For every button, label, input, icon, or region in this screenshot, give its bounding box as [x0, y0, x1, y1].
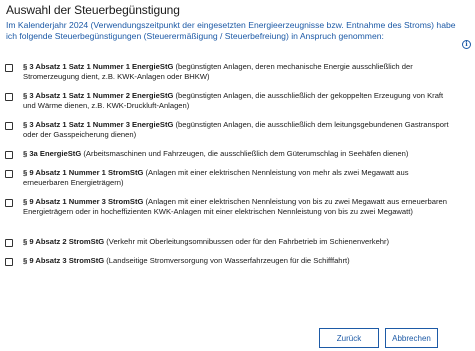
- checkbox[interactable]: [5, 64, 13, 72]
- option-legal-ref: § 9 Absatz 1 Nummer 1 StromStG: [23, 168, 144, 177]
- cancel-button[interactable]: Abbrechen: [385, 328, 438, 348]
- option-label: § 9 Absatz 3 StromStG (Landseitige Strom…: [23, 256, 453, 266]
- option-stromstg-9-3[interactable]: § 9 Absatz 3 StromStG (Landseitige Strom…: [5, 256, 467, 266]
- option-legal-ref: § 9 Absatz 1 Nummer 3 StromStG: [23, 197, 144, 206]
- dialog-title: Auswahl der Steuerbegünstigung: [6, 3, 180, 17]
- option-label: § 3a EnergieStG (Arbeitsmaschinen und Fa…: [23, 149, 453, 159]
- back-button[interactable]: Zurück: [319, 328, 379, 348]
- checkbox[interactable]: [5, 199, 13, 207]
- option-label: § 3 Absatz 1 Satz 1 Nummer 3 EnergieStG …: [23, 120, 453, 140]
- option-description: (Landseitige Stromversorgung von Wasserf…: [104, 256, 350, 265]
- intro-text: Im Kalenderjahr 2024 (Verwendungszeitpun…: [6, 20, 456, 41]
- option-description: (Arbeitsmaschinen und Fahrzeugen, die au…: [81, 149, 409, 158]
- option-legal-ref: § 9 Absatz 2 StromStG: [23, 237, 105, 246]
- option-legal-ref: § 3 Absatz 1 Satz 1 Nummer 3 EnergieStG: [23, 120, 174, 129]
- option-energiestg-3-1-1-2[interactable]: § 3 Absatz 1 Satz 1 Nummer 2 EnergieStG …: [5, 91, 467, 111]
- checkbox[interactable]: [5, 258, 13, 266]
- checkbox[interactable]: [5, 170, 13, 178]
- option-label: § 9 Absatz 1 Nummer 3 StromStG (Anlagen …: [23, 197, 453, 217]
- option-label: § 9 Absatz 1 Nummer 1 StromStG (Anlagen …: [23, 168, 453, 188]
- option-stromstg-9-2[interactable]: § 9 Absatz 2 StromStG (Verkehr mit Oberl…: [5, 237, 467, 247]
- option-label: § 9 Absatz 2 StromStG (Verkehr mit Oberl…: [23, 237, 453, 247]
- option-stromstg-9-1-3[interactable]: § 9 Absatz 1 Nummer 3 StromStG (Anlagen …: [5, 197, 467, 217]
- checkbox[interactable]: [5, 93, 13, 101]
- checkbox[interactable]: [5, 122, 13, 130]
- option-energiestg-3-1-1-1[interactable]: § 3 Absatz 1 Satz 1 Nummer 1 EnergieStG …: [5, 62, 467, 82]
- option-energiestg-3a[interactable]: § 3a EnergieStG (Arbeitsmaschinen und Fa…: [5, 149, 467, 159]
- option-legal-ref: § 3a EnergieStG: [23, 149, 82, 158]
- option-energiestg-3-1-1-3[interactable]: § 3 Absatz 1 Satz 1 Nummer 3 EnergieStG …: [5, 120, 467, 140]
- option-label: § 3 Absatz 1 Satz 1 Nummer 1 EnergieStG …: [23, 62, 453, 82]
- info-icon[interactable]: i: [462, 40, 471, 49]
- checkbox[interactable]: [5, 151, 13, 159]
- option-legal-ref: § 9 Absatz 3 StromStG: [23, 256, 105, 265]
- option-description: (Verkehr mit Oberleitungsomnibussen oder…: [104, 237, 390, 246]
- option-legal-ref: § 3 Absatz 1 Satz 1 Nummer 1 EnergieStG: [23, 62, 174, 71]
- checkbox[interactable]: [5, 239, 13, 247]
- option-legal-ref: § 3 Absatz 1 Satz 1 Nummer 2 EnergieStG: [23, 91, 174, 100]
- option-stromstg-9-1-1[interactable]: § 9 Absatz 1 Nummer 1 StromStG (Anlagen …: [5, 168, 467, 188]
- option-label: § 3 Absatz 1 Satz 1 Nummer 2 EnergieStG …: [23, 91, 453, 111]
